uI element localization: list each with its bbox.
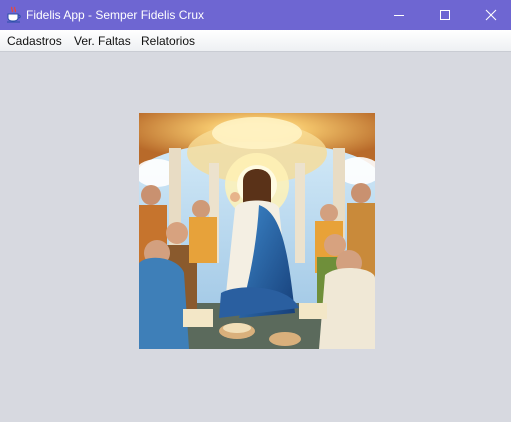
java-cup-icon: [7, 6, 21, 23]
maximize-button[interactable]: [422, 0, 468, 30]
title-bar[interactable]: Fidelis App - Semper Fidelis Crux: [0, 0, 511, 30]
main-content: [0, 52, 511, 422]
minimize-icon: [394, 15, 404, 16]
window-title: Fidelis App - Semper Fidelis Crux: [26, 8, 205, 22]
close-button[interactable]: [468, 0, 511, 30]
menu-bar: Cadastros Ver. Faltas Relatorios: [0, 30, 511, 52]
menu-relatorios[interactable]: Relatorios: [141, 34, 195, 48]
menu-ver-faltas[interactable]: Ver. Faltas: [74, 34, 131, 48]
maximize-icon: [440, 10, 450, 20]
menu-cadastros[interactable]: Cadastros: [7, 34, 62, 48]
religious-painting-image: [139, 113, 375, 349]
minimize-button[interactable]: [376, 0, 422, 30]
close-icon: [485, 9, 497, 21]
